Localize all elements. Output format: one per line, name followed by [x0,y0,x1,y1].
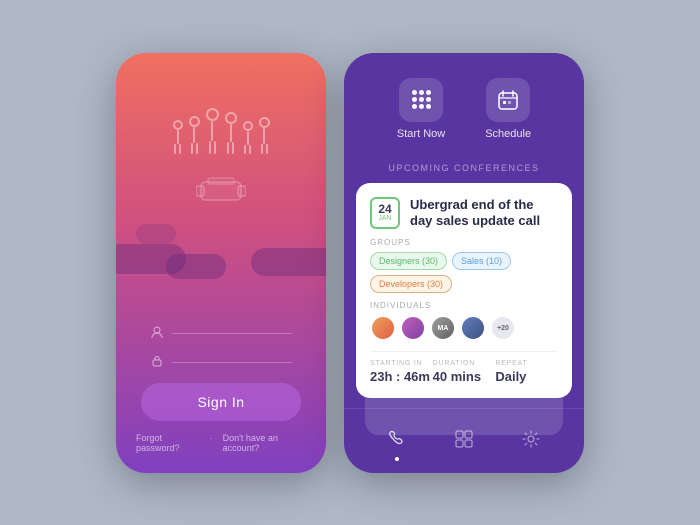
card-title: Ubergrad end of the day sales update cal… [410,197,558,231]
app-container: Sign In Forgot password? · Don't have an… [116,53,584,473]
sign-in-button[interactable]: Sign In [141,383,301,421]
card-stats: STARTING IN 23h : 46m DURATION 40 mins R… [370,351,558,384]
footer-links: Forgot password? · Don't have an account… [136,433,306,453]
avatar-initials: MA [430,315,456,341]
person-figure [173,120,183,154]
date-month: JAN [378,215,391,222]
tag-designers[interactable]: Designers (30) [370,252,447,270]
person-figure [206,108,219,154]
groups-label: GROUPS [370,238,558,247]
nav-active-dot [395,457,399,461]
grid-nav-icon [454,429,474,449]
settings-nav-icon [521,429,541,449]
date-badge: 24 JAN [370,197,400,229]
groups-tags: Designers (30) Sales (10) Developers (30… [370,252,558,293]
avatar-1 [370,315,396,341]
username-field [150,325,292,342]
top-actions: Start Now Schedule [344,53,584,155]
person-figure [243,121,253,154]
stat-starting-label: STARTING IN [370,360,433,367]
person-figure [189,116,200,154]
avatar-more: +20 [490,315,516,341]
lock-icon [150,354,164,371]
create-account-link[interactable]: Don't have an account? [223,433,306,453]
individuals-label: INDIVIDUALS [370,301,558,310]
nav-settings-button[interactable] [513,421,549,457]
tag-developers[interactable]: Developers (30) [370,275,452,293]
stat-repeat-label: REPEAT [495,360,558,367]
password-field [150,354,292,371]
avatar-4 [460,315,486,341]
grid-icon [412,90,431,109]
stat-starting: STARTING IN 23h : 46m [370,360,433,384]
avatars-list: MA +20 [370,315,558,341]
user-icon [150,325,164,342]
tag-sales[interactable]: Sales (10) [452,252,511,270]
stat-duration-label: DURATION [433,360,496,367]
start-now-button[interactable]: Start Now [397,78,445,140]
illustration-area [116,53,326,315]
card-area: 24 JAN Ubergrad end of the day sales upd… [344,183,584,408]
schedule-label: Schedule [485,128,531,140]
individuals-section: INDIVIDUALS MA +20 [370,301,558,341]
avatar-2 [400,315,426,341]
stat-duration: DURATION 40 mins [433,360,496,384]
cloud-area [116,219,326,279]
stat-repeat: REPEAT Daily [495,360,558,384]
person-figure [225,112,237,154]
stat-repeat-value: Daily [495,369,558,384]
start-now-icon-bg [399,78,443,122]
people-illustration [173,108,270,154]
schedule-button[interactable]: Schedule [485,78,531,140]
nav-grid-button[interactable] [446,421,482,457]
card-header: 24 JAN Ubergrad end of the day sales upd… [370,197,558,231]
section-label: UPCOMING CONFERENCES [344,155,584,183]
phone-right: Start Now Schedule UPCOMING CONFERENCES [344,53,584,473]
username-input-line[interactable] [172,333,292,334]
date-number: 24 [378,203,391,215]
groups-section: GROUPS Designers (30) Sales (10) Develop… [370,238,558,293]
conference-card[interactable]: 24 JAN Ubergrad end of the day sales upd… [356,183,572,399]
start-now-label: Start Now [397,128,445,140]
stat-starting-value: 23h : 46m [370,369,433,384]
person-figure [259,117,270,154]
separator: · [210,433,213,453]
calendar-icon [497,89,519,111]
password-input-line[interactable] [172,362,292,363]
phone-nav-icon [387,429,407,449]
stat-duration-value: 40 mins [433,369,496,384]
telephone-icon [196,174,246,209]
login-form: Sign In Forgot password? · Don't have an… [116,315,326,473]
nav-phone-button[interactable] [379,421,415,457]
phone-left: Sign In Forgot password? · Don't have an… [116,53,326,473]
schedule-icon-bg [486,78,530,122]
forgot-password-link[interactable]: Forgot password? [136,433,200,453]
